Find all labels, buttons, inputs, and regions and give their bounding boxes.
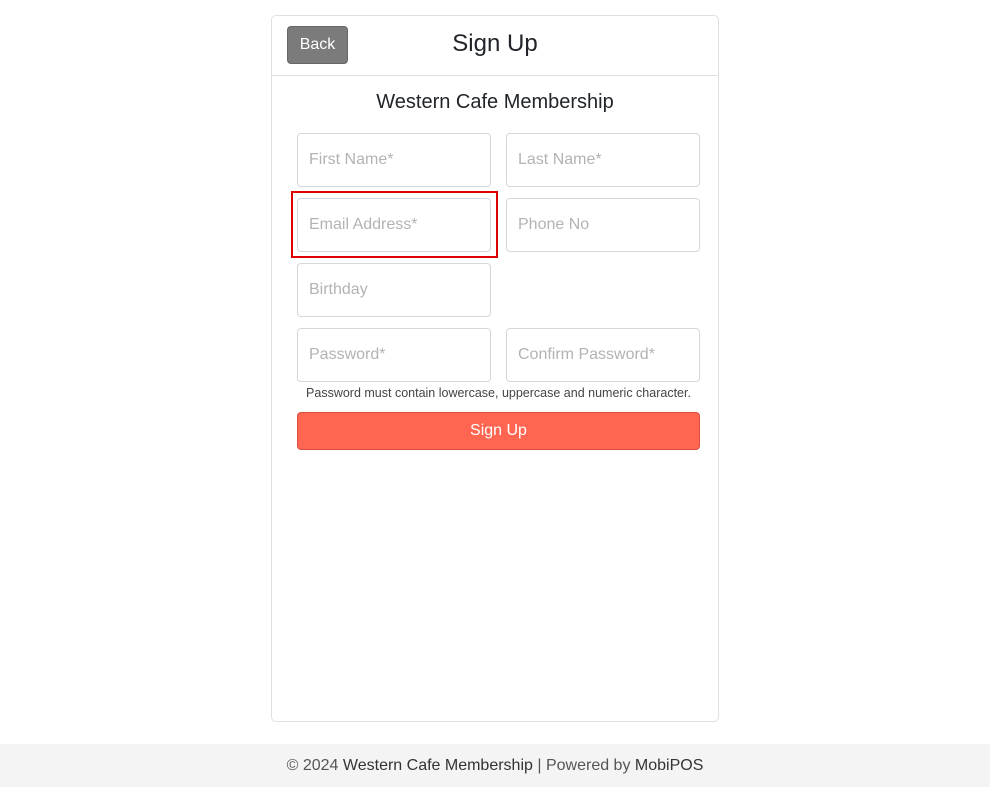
sign-up-button[interactable]: Sign Up (297, 412, 700, 450)
footer-powered-by-link[interactable]: MobiPOS (635, 757, 703, 774)
footer-powered-by-label: | Powered by (537, 757, 631, 774)
birthday-input[interactable] (297, 263, 491, 317)
footer-brand: Western Cafe Membership (342, 757, 533, 774)
confirm-password-input[interactable] (506, 328, 700, 382)
footer: © 2024 Western Cafe Membership | Powered… (0, 744, 990, 787)
password-input[interactable] (297, 328, 491, 382)
card-header: Back Sign Up (272, 16, 718, 76)
email-input[interactable] (297, 198, 491, 252)
footer-copyright: © 2024 (286, 757, 339, 774)
form-subtitle: Western Cafe Membership (376, 91, 614, 113)
page-title: Sign Up (452, 30, 538, 57)
password-hint: Password must contain lowercase, upperca… (306, 386, 691, 400)
phone-input[interactable] (506, 198, 700, 252)
signup-card: Back Sign Up Western Cafe Membership Pas… (271, 15, 719, 722)
last-name-input[interactable] (506, 133, 700, 187)
first-name-input[interactable] (297, 133, 491, 187)
